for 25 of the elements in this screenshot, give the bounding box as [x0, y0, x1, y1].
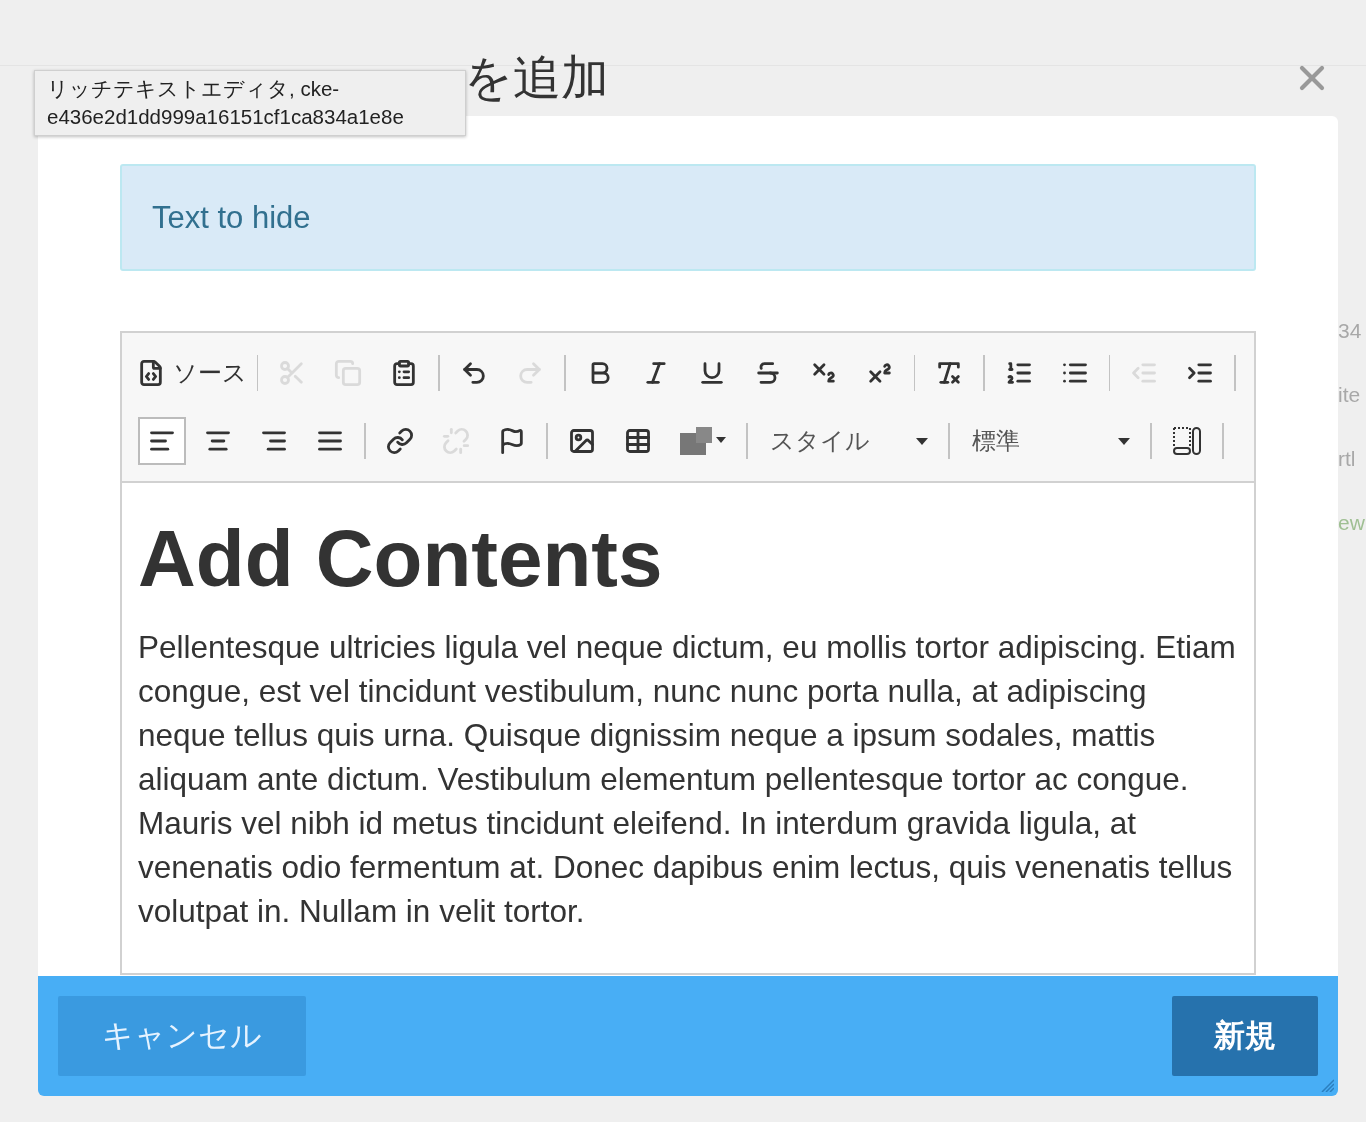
shapes-dropdown-icon	[680, 427, 726, 455]
background-text: 34	[1338, 318, 1363, 344]
background-text: rtl	[1338, 446, 1357, 472]
unlink-icon	[442, 427, 470, 455]
caret-icon	[1118, 437, 1130, 445]
format-dropdown[interactable]: スタイル	[758, 417, 938, 465]
content-paragraph: Pellentesque ultricies ligula vel neque dictum, eu mollis tortor adipiscing. Etiam congue, est vel tincidunt vestibulum, nunc nunc porta nulla, at adipiscing neque tellus quis urna. Quisque dignissim neque a ipsum sodales, mattis aliquam ante dictum. Vestibulum elementum pellentesque tortor ac congue. Mauris vel nibh id metus tincidunt eleifend. In interdum gravida ligula, at venenatis odio fermentum at. Donec dapibus enim lectus, quis venenatis tellus volutpat in. Nullam in velit tortor.	[138, 628, 1237, 931]
format-dropdown[interactable]: 標準	[960, 417, 1140, 465]
dialog-title: を追加	[464, 50, 609, 106]
background-text: ew	[1338, 510, 1365, 536]
toolbar-button[interactable]: ソース	[138, 349, 247, 397]
image-icon	[568, 427, 596, 455]
content-heading: Add Contents	[138, 513, 664, 605]
link-icon	[386, 427, 414, 455]
tooltip: リッチテキストエディタ, cke-e436e2d1dd999a16151cf1ca834a1e8e	[34, 70, 466, 136]
background-text: ite	[1338, 382, 1362, 408]
resize-grip-icon[interactable]	[1320, 1078, 1334, 1092]
create-button[interactable]: 新規	[1172, 996, 1318, 1076]
copy-icon	[334, 359, 363, 387]
caret-icon	[916, 437, 928, 445]
table-icon	[624, 427, 652, 455]
alert-message: Text to hide	[120, 164, 1256, 271]
toolbar-button[interactable]	[138, 417, 186, 465]
show-blocks-icon	[1172, 426, 1202, 456]
flag-icon	[498, 427, 526, 455]
